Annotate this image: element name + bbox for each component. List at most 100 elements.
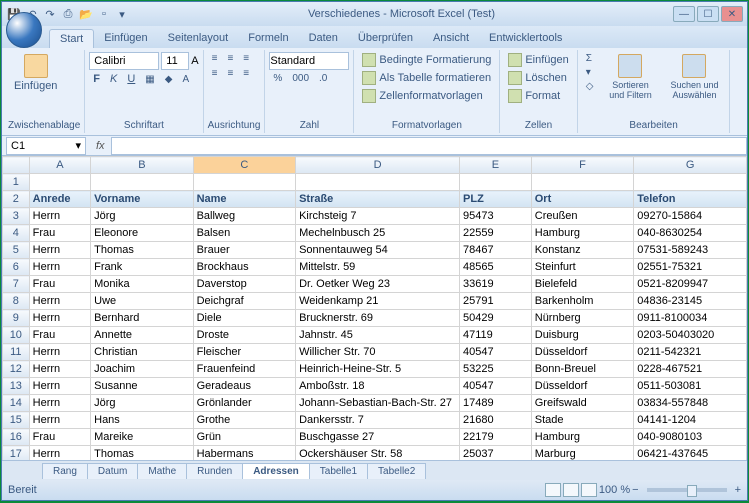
ribbon-tab-daten[interactable]: Daten bbox=[299, 29, 348, 48]
cell[interactable]: 78467 bbox=[460, 242, 532, 259]
font-size-input[interactable] bbox=[161, 52, 189, 70]
underline-button[interactable]: U bbox=[123, 72, 139, 86]
cell[interactable]: Konstanz bbox=[531, 242, 633, 259]
italic-button[interactable]: K bbox=[106, 72, 121, 86]
cell[interactable]: Annette bbox=[91, 327, 193, 344]
row-header[interactable]: 12 bbox=[3, 361, 30, 378]
cell[interactable]: Herrn bbox=[29, 259, 90, 276]
cell-styles-button[interactable]: Zellenformatvorlagen bbox=[358, 88, 486, 104]
cell[interactable]: Brauer bbox=[193, 242, 295, 259]
cell[interactable]: Grün bbox=[193, 429, 295, 446]
format-cells-button[interactable]: Format bbox=[504, 88, 564, 104]
cell[interactable]: Habermans bbox=[193, 446, 295, 461]
cell[interactable]: 03834-557848 bbox=[634, 395, 747, 412]
cell[interactable]: 40547 bbox=[460, 344, 532, 361]
ribbon-tab-ansicht[interactable]: Ansicht bbox=[423, 29, 479, 48]
sheet-tab[interactable]: Tabelle2 bbox=[367, 463, 426, 479]
cell[interactable]: Straße bbox=[296, 191, 460, 208]
cell[interactable] bbox=[296, 174, 460, 191]
name-box[interactable]: C1▾ bbox=[6, 137, 86, 155]
cell[interactable]: Bernhard bbox=[91, 310, 193, 327]
cell[interactable]: Herrn bbox=[29, 310, 90, 327]
autosum-icon[interactable]: Σ bbox=[582, 52, 598, 65]
cell[interactable]: Telefon bbox=[634, 191, 747, 208]
ribbon-tab-seitenlayout[interactable]: Seitenlayout bbox=[158, 29, 239, 48]
row-header[interactable]: 2 bbox=[3, 191, 30, 208]
cell[interactable]: 95473 bbox=[460, 208, 532, 225]
cell[interactable]: 50429 bbox=[460, 310, 532, 327]
row-header[interactable]: 8 bbox=[3, 293, 30, 310]
row-header[interactable]: 7 bbox=[3, 276, 30, 293]
cell[interactable]: Christian bbox=[91, 344, 193, 361]
cell[interactable]: Greifswald bbox=[531, 395, 633, 412]
zoom-slider[interactable] bbox=[647, 488, 727, 492]
cell[interactable]: Frau bbox=[29, 276, 90, 293]
cell[interactable]: Nürnberg bbox=[531, 310, 633, 327]
cell[interactable]: Uwe bbox=[91, 293, 193, 310]
sheet-tab[interactable]: Datum bbox=[87, 463, 138, 479]
col-header[interactable]: A bbox=[29, 157, 90, 174]
row-header[interactable]: 16 bbox=[3, 429, 30, 446]
cell[interactable] bbox=[460, 174, 532, 191]
row-header[interactable]: 9 bbox=[3, 310, 30, 327]
cell[interactable]: Herrn bbox=[29, 242, 90, 259]
cell[interactable]: Frau bbox=[29, 327, 90, 344]
cell[interactable]: Weidenkamp 21 bbox=[296, 293, 460, 310]
cell[interactable]: 40547 bbox=[460, 378, 532, 395]
cell[interactable]: Susanne bbox=[91, 378, 193, 395]
cell[interactable]: Balsen bbox=[193, 225, 295, 242]
grow-font-icon[interactable]: A bbox=[191, 55, 198, 67]
cell[interactable]: 0228-467521 bbox=[634, 361, 747, 378]
cell[interactable]: 22179 bbox=[460, 429, 532, 446]
cell[interactable]: Grönlander bbox=[193, 395, 295, 412]
cell[interactable]: Name bbox=[193, 191, 295, 208]
cell[interactable]: 47119 bbox=[460, 327, 532, 344]
currency-icon[interactable]: % bbox=[269, 72, 286, 85]
fill-icon[interactable]: ▾ bbox=[582, 66, 598, 79]
normal-view-button[interactable] bbox=[545, 483, 561, 497]
row-header[interactable]: 6 bbox=[3, 259, 30, 276]
formula-input[interactable] bbox=[111, 137, 747, 155]
ribbon-tab-einfügen[interactable]: Einfügen bbox=[94, 29, 157, 48]
col-header[interactable]: F bbox=[531, 157, 633, 174]
cell[interactable]: Jahnstr. 45 bbox=[296, 327, 460, 344]
cell[interactable]: 04141-1204 bbox=[634, 412, 747, 429]
print-icon[interactable]: ⎙ bbox=[60, 6, 76, 22]
cell[interactable]: Ockershäuser Str. 58 bbox=[296, 446, 460, 461]
find-select-button[interactable]: Suchen und Auswählen bbox=[663, 52, 725, 102]
cell[interactable]: Daverstop bbox=[193, 276, 295, 293]
cell[interactable]: Mareike bbox=[91, 429, 193, 446]
row-header[interactable]: 13 bbox=[3, 378, 30, 395]
cell[interactable]: PLZ bbox=[460, 191, 532, 208]
pagebreak-view-button[interactable] bbox=[581, 483, 597, 497]
cell[interactable]: Barkenholm bbox=[531, 293, 633, 310]
align-bot-icon[interactable]: ≡ bbox=[239, 52, 253, 65]
spreadsheet-grid[interactable]: ABCDEFG12AnredeVornameNameStraßePLZOrtTe… bbox=[2, 156, 747, 460]
number-format-input[interactable] bbox=[269, 52, 349, 70]
cell[interactable]: Joachim bbox=[91, 361, 193, 378]
sheet-tab[interactable]: Tabelle1 bbox=[309, 463, 368, 479]
cell[interactable]: Thomas bbox=[91, 242, 193, 259]
font-name-input[interactable] bbox=[89, 52, 159, 70]
cell[interactable]: Grothe bbox=[193, 412, 295, 429]
font-color-button[interactable]: A bbox=[178, 73, 193, 86]
ribbon-tab-start[interactable]: Start bbox=[49, 29, 94, 48]
maximize-button[interactable]: ☐ bbox=[697, 6, 719, 22]
comma-icon[interactable]: 000 bbox=[288, 72, 313, 85]
cell[interactable]: Bonn-Breuel bbox=[531, 361, 633, 378]
cell[interactable]: 040-9080103 bbox=[634, 429, 747, 446]
fill-color-button[interactable]: ◆ bbox=[161, 73, 177, 86]
cell[interactable]: Hamburg bbox=[531, 429, 633, 446]
delete-cells-button[interactable]: Löschen bbox=[504, 70, 571, 86]
cell[interactable] bbox=[634, 174, 747, 191]
cell[interactable]: Herrn bbox=[29, 344, 90, 361]
cell[interactable]: Herrn bbox=[29, 293, 90, 310]
cell[interactable]: 53225 bbox=[460, 361, 532, 378]
cell[interactable]: Vorname bbox=[91, 191, 193, 208]
cell[interactable]: Creußen bbox=[531, 208, 633, 225]
zoom-out-button[interactable]: − bbox=[632, 484, 638, 496]
cell[interactable]: Frank bbox=[91, 259, 193, 276]
cell[interactable]: Duisburg bbox=[531, 327, 633, 344]
cell[interactable]: Brockhaus bbox=[193, 259, 295, 276]
paste-button[interactable]: Einfügen bbox=[8, 52, 63, 94]
